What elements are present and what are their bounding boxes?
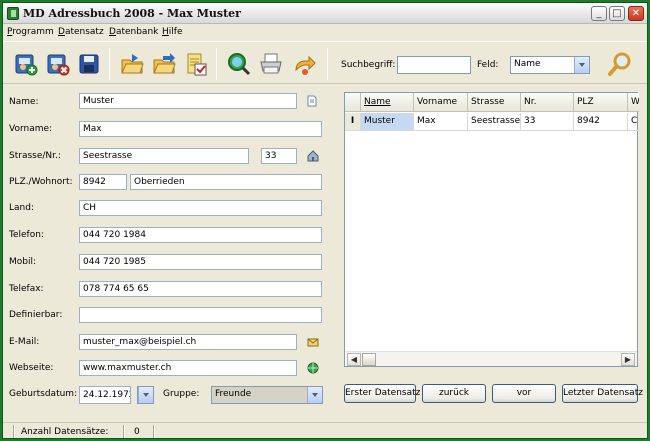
definierbar-field[interactable] bbox=[79, 307, 322, 323]
telefon-label: Telefon: bbox=[9, 230, 44, 240]
email-field[interactable]: muster_max@beispiel.ch bbox=[79, 334, 297, 350]
strasse-field[interactable]: Seestrasse bbox=[79, 148, 249, 164]
plz-label: PLZ./Wohnort: bbox=[9, 177, 73, 187]
export-hand-icon[interactable] bbox=[291, 50, 319, 78]
table-cell[interactable]: Muster bbox=[361, 113, 414, 131]
scroll-thumb[interactable] bbox=[362, 353, 376, 366]
notes-check-icon[interactable] bbox=[182, 50, 210, 78]
date-picker-button[interactable] bbox=[137, 386, 154, 404]
records-grid[interactable]: Name Vorname Strasse Nr. PLZ W I Muster … bbox=[344, 92, 639, 367]
field-select-value: Name bbox=[514, 59, 541, 69]
land-field[interactable]: CH bbox=[79, 200, 322, 216]
last-record-button[interactable]: Letzter Datensatz bbox=[562, 384, 643, 403]
horizontal-scrollbar[interactable]: ◀ ▶ bbox=[346, 351, 637, 366]
table-cell[interactable]: 33 bbox=[521, 113, 574, 131]
first-record-button[interactable]: Erster Datensatz bbox=[344, 384, 420, 403]
table-cell[interactable]: Max bbox=[414, 113, 468, 131]
name-field[interactable]: Muster bbox=[79, 93, 297, 109]
chevron-down-icon bbox=[138, 387, 153, 403]
status-divider bbox=[153, 425, 155, 438]
chevron-down-icon bbox=[307, 387, 322, 403]
table-cell[interactable]: C bbox=[628, 113, 639, 131]
toolbar-separator bbox=[327, 48, 328, 80]
export-folder-icon[interactable] bbox=[150, 50, 178, 78]
print-icon[interactable] bbox=[257, 50, 285, 78]
geburtsdatum-field[interactable]: 24.12.1972 bbox=[79, 386, 131, 404]
name-label: Name: bbox=[9, 97, 39, 107]
search-globe-icon[interactable] bbox=[225, 50, 253, 78]
email-label: E-Mail: bbox=[9, 337, 40, 347]
scroll-right-icon[interactable]: ▶ bbox=[621, 353, 635, 366]
maximize-button[interactable]: □ bbox=[609, 6, 625, 21]
menu-datensatz[interactable]: Datensatz bbox=[58, 27, 104, 37]
menu-bar: Programm Datensatz Datenbank Hilfe bbox=[3, 24, 647, 41]
strasse-label: Strasse/Nr.: bbox=[9, 151, 61, 161]
grid-corner bbox=[345, 93, 361, 112]
vorname-field[interactable]: Max bbox=[79, 121, 322, 137]
new-contact-icon[interactable] bbox=[11, 50, 39, 78]
save-icon[interactable] bbox=[75, 50, 103, 78]
column-header-plz[interactable]: PLZ bbox=[574, 93, 628, 112]
toolbar-separator bbox=[216, 48, 217, 80]
table-cell[interactable]: Seestrasse bbox=[468, 113, 521, 131]
main-window: MD Adressbuch 2008 - Max Muster _ □ ✕ Pr… bbox=[2, 2, 648, 439]
status-divider bbox=[13, 425, 15, 438]
house-icon[interactable] bbox=[307, 150, 319, 162]
status-divider bbox=[123, 425, 125, 438]
record-count-label: Anzahl Datensätze: bbox=[21, 427, 109, 437]
window-title: MD Adressbuch 2008 - Max Muster bbox=[23, 7, 241, 20]
geburtsdatum-label: Geburtsdatum: bbox=[9, 389, 78, 399]
globe-icon[interactable] bbox=[307, 362, 319, 374]
plz-field[interactable]: 8942 bbox=[79, 174, 127, 190]
telefax-label: Telefax: bbox=[9, 284, 44, 294]
field-select[interactable]: Name bbox=[510, 56, 590, 74]
telefon-field[interactable]: 044 720 1984 bbox=[79, 227, 322, 243]
menu-hilfe[interactable]: Hilfe bbox=[162, 27, 183, 37]
chevron-down-icon[interactable] bbox=[574, 57, 589, 73]
toolbar-separator bbox=[109, 48, 110, 80]
gruppe-label: Gruppe: bbox=[163, 389, 200, 399]
next-record-button[interactable]: vor bbox=[492, 384, 556, 403]
scroll-left-icon[interactable]: ◀ bbox=[347, 353, 361, 366]
status-bar: Anzahl Datensätze: 0 bbox=[3, 422, 647, 438]
column-header-nr[interactable]: Nr. bbox=[521, 93, 574, 112]
telefax-field[interactable]: 078 774 65 65 bbox=[79, 281, 322, 297]
column-header-vorname[interactable]: Vorname bbox=[414, 93, 468, 112]
table-cell[interactable]: 8942 bbox=[574, 113, 628, 131]
vorname-label: Vorname: bbox=[9, 124, 53, 134]
column-header-strasse[interactable]: Strasse bbox=[468, 93, 521, 112]
close-button[interactable]: ✕ bbox=[628, 6, 644, 21]
title-bar: MD Adressbuch 2008 - Max Muster _ □ ✕ bbox=[3, 3, 647, 24]
gruppe-select[interactable]: Freunde bbox=[211, 386, 323, 404]
column-header-wohnort[interactable]: W bbox=[628, 93, 639, 112]
mail-send-icon[interactable] bbox=[307, 336, 319, 348]
row-marker[interactable]: I bbox=[345, 113, 361, 131]
land-label: Land: bbox=[9, 203, 34, 213]
toolbar: Suchbegriff: Feld: Name bbox=[3, 41, 647, 84]
gruppe-select-value: Freunde bbox=[215, 389, 252, 399]
search-label: Suchbegriff: bbox=[341, 60, 396, 70]
record-count-value: 0 bbox=[134, 427, 140, 437]
mobil-field[interactable]: 044 720 1985 bbox=[79, 254, 322, 270]
open-folder-icon[interactable] bbox=[118, 50, 146, 78]
menu-programm[interactable]: Programm bbox=[7, 27, 54, 37]
app-icon bbox=[7, 7, 19, 20]
previous-record-button[interactable]: zurück bbox=[422, 384, 486, 403]
mobil-label: Mobil: bbox=[9, 257, 37, 267]
minimize-button[interactable]: _ bbox=[591, 6, 607, 21]
search-input[interactable] bbox=[397, 56, 471, 74]
nr-field[interactable]: 33 bbox=[261, 148, 297, 164]
menu-datenbank[interactable]: Datenbank bbox=[109, 27, 158, 37]
magnifier-icon[interactable] bbox=[606, 50, 634, 78]
note-icon[interactable] bbox=[306, 95, 318, 107]
definierbar-label: Definierbar: bbox=[9, 310, 63, 320]
delete-contact-icon[interactable] bbox=[43, 50, 71, 78]
webseite-label: Webseite: bbox=[9, 363, 54, 373]
column-header-name[interactable]: Name bbox=[361, 93, 414, 112]
field-label: Feld: bbox=[477, 60, 499, 70]
webseite-field[interactable]: www.maxmuster.ch bbox=[79, 360, 297, 376]
ort-field[interactable]: Oberrieden bbox=[130, 174, 322, 190]
